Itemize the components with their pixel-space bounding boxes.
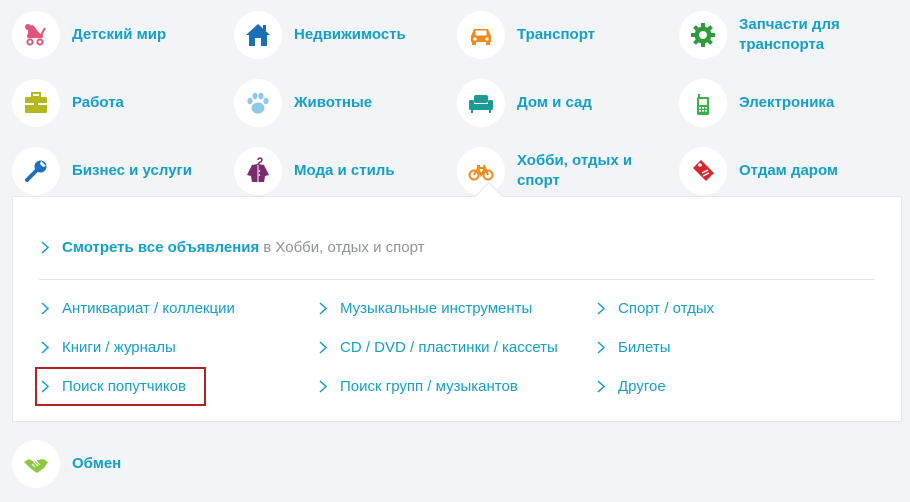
subcategory-link[interactable]: Другое xyxy=(597,378,666,395)
category-label: Мода и стиль xyxy=(294,162,395,179)
subcategory-link[interactable]: Антиквариат / коллекции xyxy=(41,300,235,317)
handshake-icon xyxy=(12,440,60,488)
chevron-right-icon xyxy=(597,380,605,393)
chevron-right-icon xyxy=(319,302,327,315)
category-kids[interactable]: Детский мир xyxy=(12,11,166,59)
chevron-right-icon xyxy=(41,241,49,254)
gear-icon xyxy=(679,11,727,59)
category-jobs[interactable]: Работа xyxy=(12,79,124,127)
subcategory-label: Билеты xyxy=(618,339,671,356)
categories-page: Детский мир Недвижимость Транспорт Запча… xyxy=(0,0,910,502)
chevron-right-icon xyxy=(597,302,605,315)
category-exchange[interactable]: Обмен xyxy=(12,440,121,488)
category-transport[interactable]: Транспорт xyxy=(457,11,595,59)
house-icon xyxy=(234,11,282,59)
wrench-icon xyxy=(12,147,60,195)
chevron-right-icon xyxy=(597,341,605,354)
category-business-services[interactable]: Бизнес и услуги xyxy=(12,147,192,195)
sofa-icon xyxy=(457,79,505,127)
price-tag-icon xyxy=(679,147,727,195)
category-electronics[interactable]: Электроника xyxy=(679,79,834,127)
category-auto-parts[interactable]: Запчасти для транспорта xyxy=(679,11,840,59)
bicycle-icon xyxy=(457,147,505,195)
category-label: Транспорт xyxy=(517,26,596,43)
subcategory-link[interactable]: CD / DVD / пластинки / кассеты xyxy=(319,339,558,356)
category-animals[interactable]: Животные xyxy=(234,79,372,127)
subcategory-label: Другое xyxy=(618,378,666,395)
subcategory-label: Спорт / отдых xyxy=(618,300,715,317)
view-all-row: Смотреть все объявления в Хобби, отдых и… xyxy=(41,239,424,256)
chevron-right-icon xyxy=(319,380,327,393)
paw-icon xyxy=(234,79,282,127)
category-label: Запчасти для транспорта xyxy=(739,16,840,53)
subcategory-label: Антиквариат / коллекции xyxy=(62,300,235,317)
car-icon xyxy=(457,11,505,59)
subcategory-label: CD / DVD / пластинки / кассеты xyxy=(340,339,558,356)
briefcase-icon xyxy=(12,79,60,127)
view-all-link[interactable]: Смотреть все объявления xyxy=(62,239,259,256)
subcategory-panel: Смотреть все объявления в Хобби, отдых и… xyxy=(12,181,902,422)
coat-icon xyxy=(234,147,282,195)
category-label: Недвижимость xyxy=(294,26,406,43)
view-all-category: в Хобби, отдых и спорт xyxy=(263,239,425,256)
subcategory-link[interactable]: Спорт / отдых xyxy=(597,300,714,317)
subcategory-link[interactable]: Книги / журналы xyxy=(41,339,176,356)
category-label: Электроника xyxy=(739,94,835,111)
subcategory-link[interactable]: Поиск групп / музыкантов xyxy=(319,378,518,395)
category-giveaway[interactable]: Отдам даром xyxy=(679,147,838,195)
subcategory-label: Поиск попутчиков xyxy=(62,378,186,395)
stroller-icon xyxy=(12,11,60,59)
category-label: Отдам даром xyxy=(739,162,839,179)
category-label: Работа xyxy=(72,94,124,111)
category-home-garden[interactable]: Дом и сад xyxy=(457,79,592,127)
category-label: Обмен xyxy=(72,455,122,472)
divider xyxy=(39,279,875,280)
phone-icon xyxy=(679,79,727,127)
chevron-right-icon xyxy=(41,302,49,315)
chevron-right-icon xyxy=(41,341,49,354)
category-label: Дом и сад xyxy=(517,94,592,111)
subcategory-link[interactable]: Билеты xyxy=(597,339,670,356)
category-label: Животные xyxy=(294,94,373,111)
category-label: Бизнес и услуги xyxy=(72,162,193,179)
subcategory-label: Поиск групп / музыкантов xyxy=(340,378,518,395)
category-fashion[interactable]: Мода и стиль xyxy=(234,147,395,195)
chevron-right-icon xyxy=(41,380,49,393)
category-real-estate[interactable]: Недвижимость xyxy=(234,11,406,59)
subcategory-link[interactable]: Музыкальные инструменты xyxy=(319,300,532,317)
subcategory-label: Книги / журналы xyxy=(62,339,176,356)
category-label: Детский мир xyxy=(72,26,167,43)
chevron-right-icon xyxy=(319,341,327,354)
subcategory-link[interactable]: Поиск попутчиков xyxy=(41,378,186,395)
category-label: Хобби, отдых и спорт xyxy=(517,152,633,189)
subcategory-label: Музыкальные инструменты xyxy=(340,300,533,317)
